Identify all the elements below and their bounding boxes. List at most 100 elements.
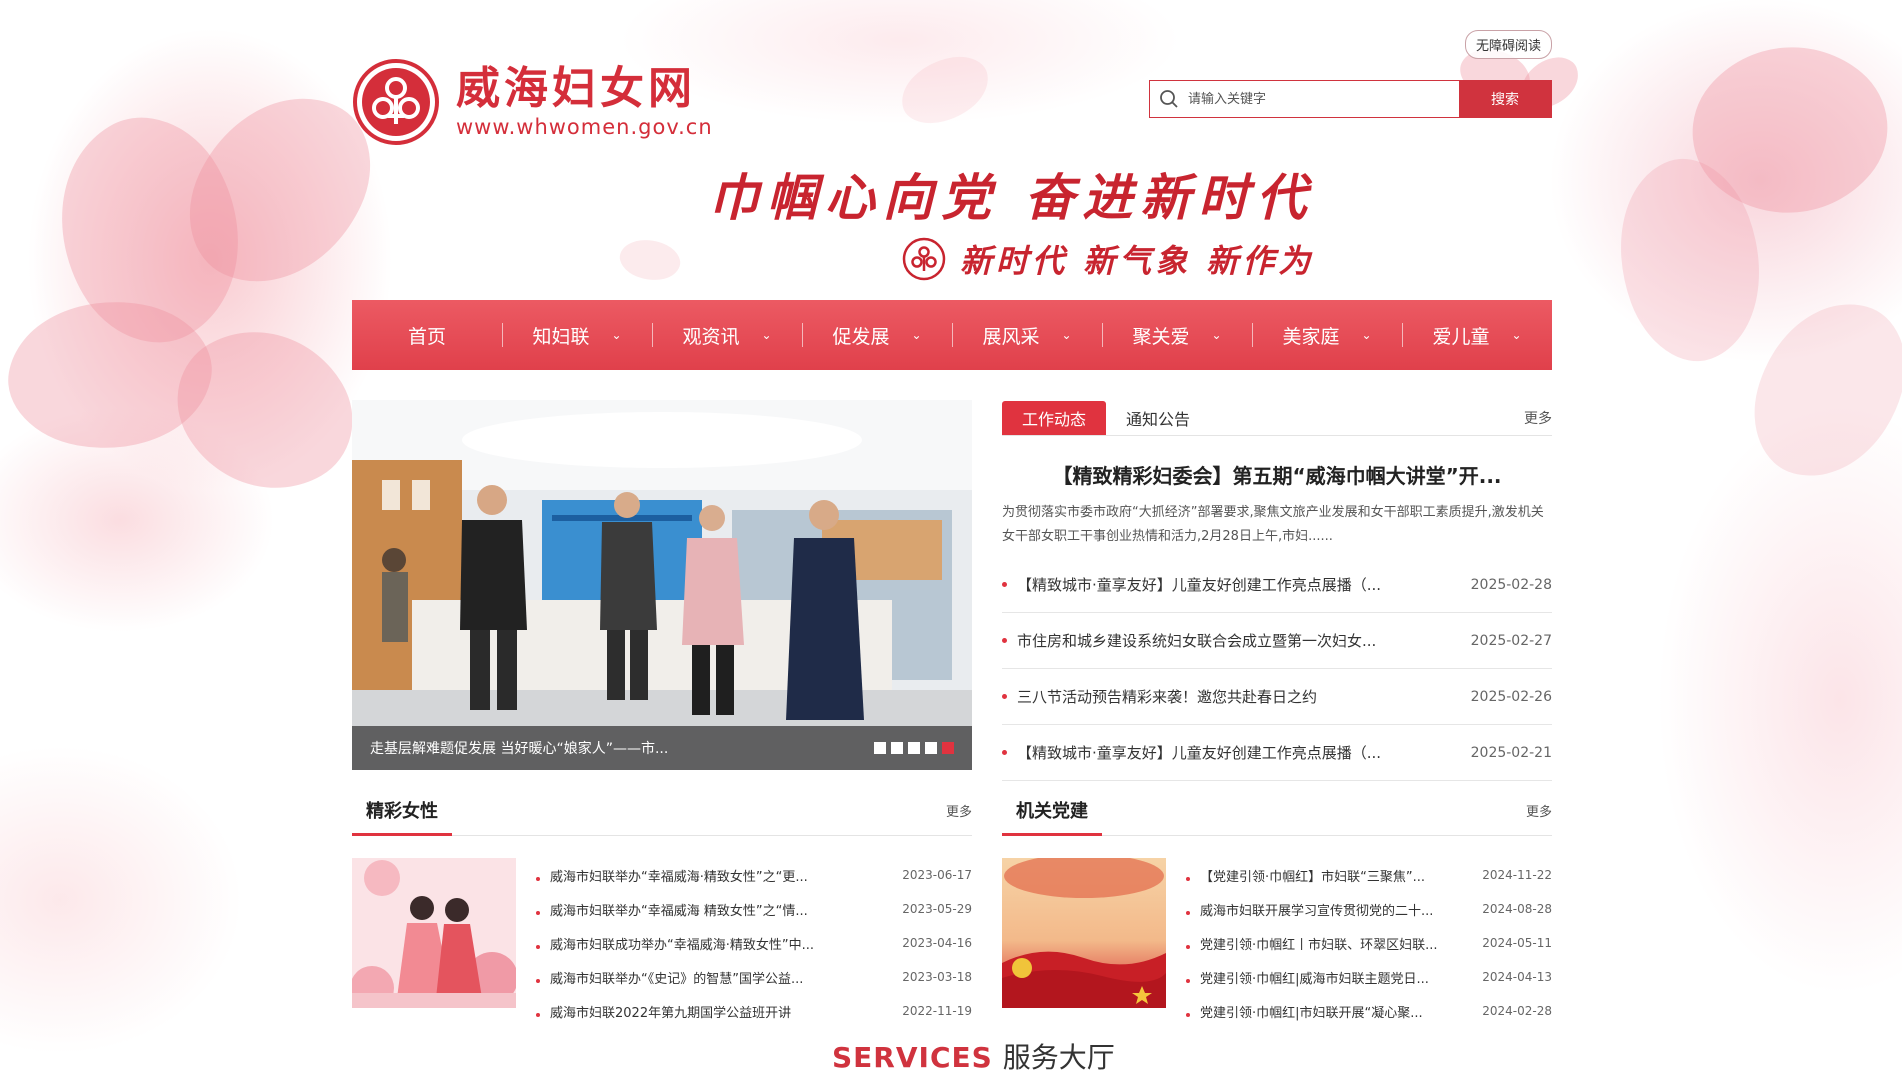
women-section-title[interactable]: 精彩女性 (352, 786, 452, 836)
nav-item-label: 首页 (407, 325, 446, 348)
womens-federation-emblem-icon (353, 59, 439, 145)
news-item-date: 2025-02-28 (1470, 576, 1552, 593)
nav-item-showcase[interactable]: 展风采 ⌄ (952, 300, 1102, 370)
banner-slogan-sub: 新时代 新气象 新作为 (960, 242, 1315, 280)
main-nav: 首页 知妇联 ⌄ 观资讯 ⌄ 促发展 ⌄ 展风采 ⌄ 聚关爱 ⌄ 美家庭 ⌄ 爱儿童 ⌄ (352, 300, 1552, 370)
bullet-icon (1002, 582, 1007, 587)
party-section: 机关党建 更多 【党建引领·巾帼红】市妇联“三聚焦”... 2024-11-22… (1002, 786, 1552, 1028)
list-item[interactable]: 威海市妇联2022年第九期国学公益班开讲 2022-11-19 (536, 994, 972, 1028)
news-item-title: 三八节活动预告精彩来袭！邀您共赴春日之约 (1017, 688, 1318, 706)
chevron-down-icon: ⌄ (1211, 328, 1222, 342)
search-button[interactable]: 搜索 (1459, 81, 1551, 117)
chevron-down-icon: ⌄ (611, 328, 622, 342)
list-item[interactable]: 威海市妇联开展学习宣传贯彻党的二十... 2024-08-28 (1186, 892, 1552, 926)
list-item[interactable]: 威海市妇联举办“幸福威海·精致女性”之“更... 2023-06-17 (536, 858, 972, 892)
accessibility-reading-button[interactable]: 无障碍阅读 (1464, 30, 1552, 59)
list-item-title: 威海市妇联举办“《史记》的智慧”国学公益... (550, 971, 804, 987)
nav-item-care[interactable]: 聚关爱 ⌄ (1102, 300, 1252, 370)
search-icon (1150, 81, 1188, 117)
list-item-title: 党建引领·巾帼红丨市妇联、环翠区妇联... (1200, 937, 1438, 953)
list-item-date: 2024-11-22 (1482, 868, 1552, 882)
carousel-dot[interactable] (874, 742, 886, 754)
party-section-title[interactable]: 机关党建 (1002, 786, 1102, 836)
photo-carousel[interactable]: 走基层解难题促发展 当好暖心“娘家人”——市... (352, 400, 972, 770)
news-item-date: 2025-02-26 (1470, 688, 1552, 705)
chevron-down-icon: ⌄ (761, 328, 772, 342)
carousel-caption-bar: 走基层解难题促发展 当好暖心“娘家人”——市... (352, 726, 972, 770)
news-headline[interactable]: 【精致精彩妇委会】第五期“威海巾帼大讲堂”开... (1002, 460, 1552, 489)
list-item-date: 2024-05-11 (1482, 936, 1552, 950)
list-item[interactable]: 【精致城市·童享友好】儿童友好创建工作亮点展播（... 2025-02-21 (1002, 725, 1552, 781)
nav-item-news[interactable]: 观资讯 ⌄ (652, 300, 802, 370)
bullet-icon (1186, 978, 1190, 983)
bullet-icon (1186, 876, 1190, 881)
list-item-date: 2024-08-28 (1482, 902, 1552, 916)
tab-notices[interactable]: 通知公告 (1106, 401, 1210, 435)
list-item[interactable]: 党建引领·巾帼红|市妇联开展“凝心聚... 2024-02-28 (1186, 994, 1552, 1028)
list-item-title: 威海市妇联2022年第九期国学公益班开讲 (550, 1005, 792, 1021)
nav-item-family[interactable]: 美家庭 ⌄ (1252, 300, 1402, 370)
chevron-down-icon: ⌄ (1361, 328, 1372, 342)
list-item-title: 威海市妇联举办“幸福威海·精致女性”之“更... (550, 869, 808, 885)
nav-item-label: 知妇联 (532, 325, 590, 348)
chevron-down-icon: ⌄ (1511, 328, 1522, 342)
nav-item-label: 爱儿童 (1432, 325, 1490, 348)
party-section-thumbnail[interactable] (1002, 858, 1166, 1008)
nav-item-about-federation[interactable]: 知妇联 ⌄ (502, 300, 652, 370)
women-section-more-link[interactable]: 更多 (946, 801, 972, 820)
nav-item-label: 聚关爱 (1132, 325, 1190, 348)
list-item-title: 党建引领·巾帼红|市妇联开展“凝心聚... (1200, 1005, 1423, 1021)
bullet-icon (1186, 1012, 1190, 1017)
carousel-photo[interactable] (352, 400, 972, 770)
carousel-dot[interactable] (925, 742, 937, 754)
carousel-dot[interactable] (891, 742, 903, 754)
services-heading: SERVICES 服务大厅 (832, 1036, 1115, 1076)
search-bar: 搜索 (1149, 80, 1552, 118)
news-more-link[interactable]: 更多 (1524, 408, 1552, 428)
list-item[interactable]: 威海市妇联举办“《史记》的智慧”国学公益... 2023-03-18 (536, 960, 972, 994)
list-item[interactable]: 【精致城市·童享友好】儿童友好创建工作亮点展播（... 2025-02-28 (1002, 557, 1552, 613)
women-section-list: 威海市妇联举办“幸福威海·精致女性”之“更... 2023-06-17 威海市妇联… (536, 858, 972, 1028)
list-item-title: 威海市妇联举办“幸福威海 精致女性”之“情... (550, 903, 808, 919)
news-tabs: 工作动态 通知公告 更多 (1002, 400, 1552, 436)
party-section-more-link[interactable]: 更多 (1526, 801, 1552, 820)
bullet-icon (536, 1012, 540, 1017)
search-input[interactable] (1188, 81, 1459, 117)
women-section-thumbnail[interactable] (352, 858, 516, 1008)
nav-item-development[interactable]: 促发展 ⌄ (802, 300, 952, 370)
services-heading-en: SERVICES (832, 1041, 993, 1074)
list-item[interactable]: 党建引领·巾帼红丨市妇联、环翠区妇联... 2024-05-11 (1186, 926, 1552, 960)
carousel-caption[interactable]: 走基层解难题促发展 当好暖心“娘家人”——市... (370, 738, 668, 758)
party-section-header: 机关党建 更多 (1002, 786, 1552, 836)
list-item-date: 2023-04-16 (902, 936, 972, 950)
women-section: 精彩女性 更多 威海市妇联举办“幸福威海·精致女性”之“更... 2023-06-… (352, 786, 972, 1028)
news-summary: 为贯彻落实市委市政府“大抓经济”部署要求,聚焦文旅产业发展和女干部职工素质提升,… (1002, 505, 1544, 544)
bullet-icon (1002, 750, 1007, 755)
carousel-dot[interactable] (908, 742, 920, 754)
bullet-icon (1186, 910, 1190, 915)
party-section-list: 【党建引领·巾帼红】市妇联“三聚焦”... 2024-11-22 威海市妇联开展学… (1186, 858, 1552, 1028)
news-list: 【精致城市·童享友好】儿童友好创建工作亮点展播（... 2025-02-28 市… (1002, 557, 1552, 781)
carousel-dot-active[interactable] (942, 742, 954, 754)
list-item-date: 2023-05-29 (902, 902, 972, 916)
news-item-title: 市住房和城乡建设系统妇女联合会成立暨第一次妇女... (1017, 632, 1377, 650)
nav-item-home[interactable]: 首页 (352, 300, 502, 370)
tab-work-updates[interactable]: 工作动态 (1002, 400, 1107, 435)
nav-item-children[interactable]: 爱儿童 ⌄ (1402, 300, 1552, 370)
list-item[interactable]: 威海市妇联举办“幸福威海 精致女性”之“情... 2023-05-29 (536, 892, 972, 926)
list-item-date: 2024-02-28 (1482, 1004, 1552, 1018)
nav-item-label: 观资讯 (682, 325, 740, 348)
list-item[interactable]: 三八节活动预告精彩来袭！邀您共赴春日之约 2025-02-26 (1002, 669, 1552, 725)
services-heading-cn: 服务大厅 (1002, 1041, 1115, 1074)
women-section-header: 精彩女性 更多 (352, 786, 972, 836)
news-item-date: 2025-02-27 (1470, 632, 1552, 649)
list-item-date: 2024-04-13 (1482, 970, 1552, 984)
site-logo[interactable]: 威海妇女网 www.whwomen.gov.cn (352, 58, 713, 146)
list-item[interactable]: 党建引领·巾帼红|威海市妇联主题党日... 2024-04-13 (1186, 960, 1552, 994)
list-item[interactable]: 市住房和城乡建设系统妇女联合会成立暨第一次妇女... 2025-02-27 (1002, 613, 1552, 669)
list-item[interactable]: 威海市妇联成功举办“幸福威海·精致女性”中... 2023-04-16 (536, 926, 972, 960)
womens-federation-emblem-icon (902, 237, 946, 281)
chevron-down-icon: ⌄ (911, 328, 922, 342)
list-item[interactable]: 【党建引领·巾帼红】市妇联“三聚焦”... 2024-11-22 (1186, 858, 1552, 892)
bullet-icon (536, 910, 540, 915)
